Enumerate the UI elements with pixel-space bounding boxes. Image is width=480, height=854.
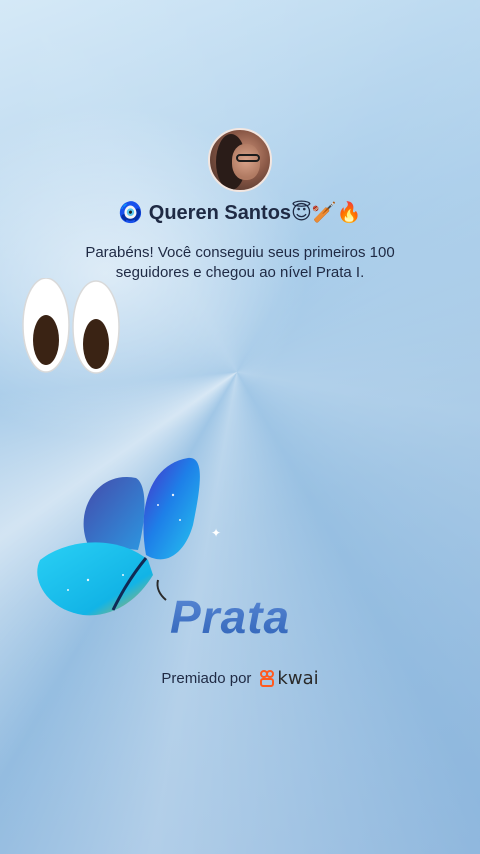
eyes-emoji-icon: [22, 278, 120, 374]
achievement-message: Parabéns! Você conseguiu seus primeiros …: [85, 244, 395, 281]
awarded-by-label: Premiado por: [161, 670, 252, 687]
kwai-brand[interactable]: kwai: [259, 668, 319, 689]
level-title: Prata: [170, 590, 320, 644]
avatar[interactable]: [208, 128, 272, 192]
kwai-brand-text: kwai: [277, 668, 319, 689]
achievement-screen: 🧿 Queren Santos😇🏏🔥 Parabéns! Você conseg…: [0, 0, 480, 854]
avatar-glasses: [236, 154, 260, 162]
profile-name: 🧿 Queren Santos😇🏏🔥: [118, 202, 362, 224]
sparkle-icon: ✦: [211, 526, 222, 540]
kwai-logo-icon: [260, 669, 275, 687]
awarded-by: Premiado por kwai: [0, 668, 480, 689]
avatar-face: [232, 144, 260, 180]
